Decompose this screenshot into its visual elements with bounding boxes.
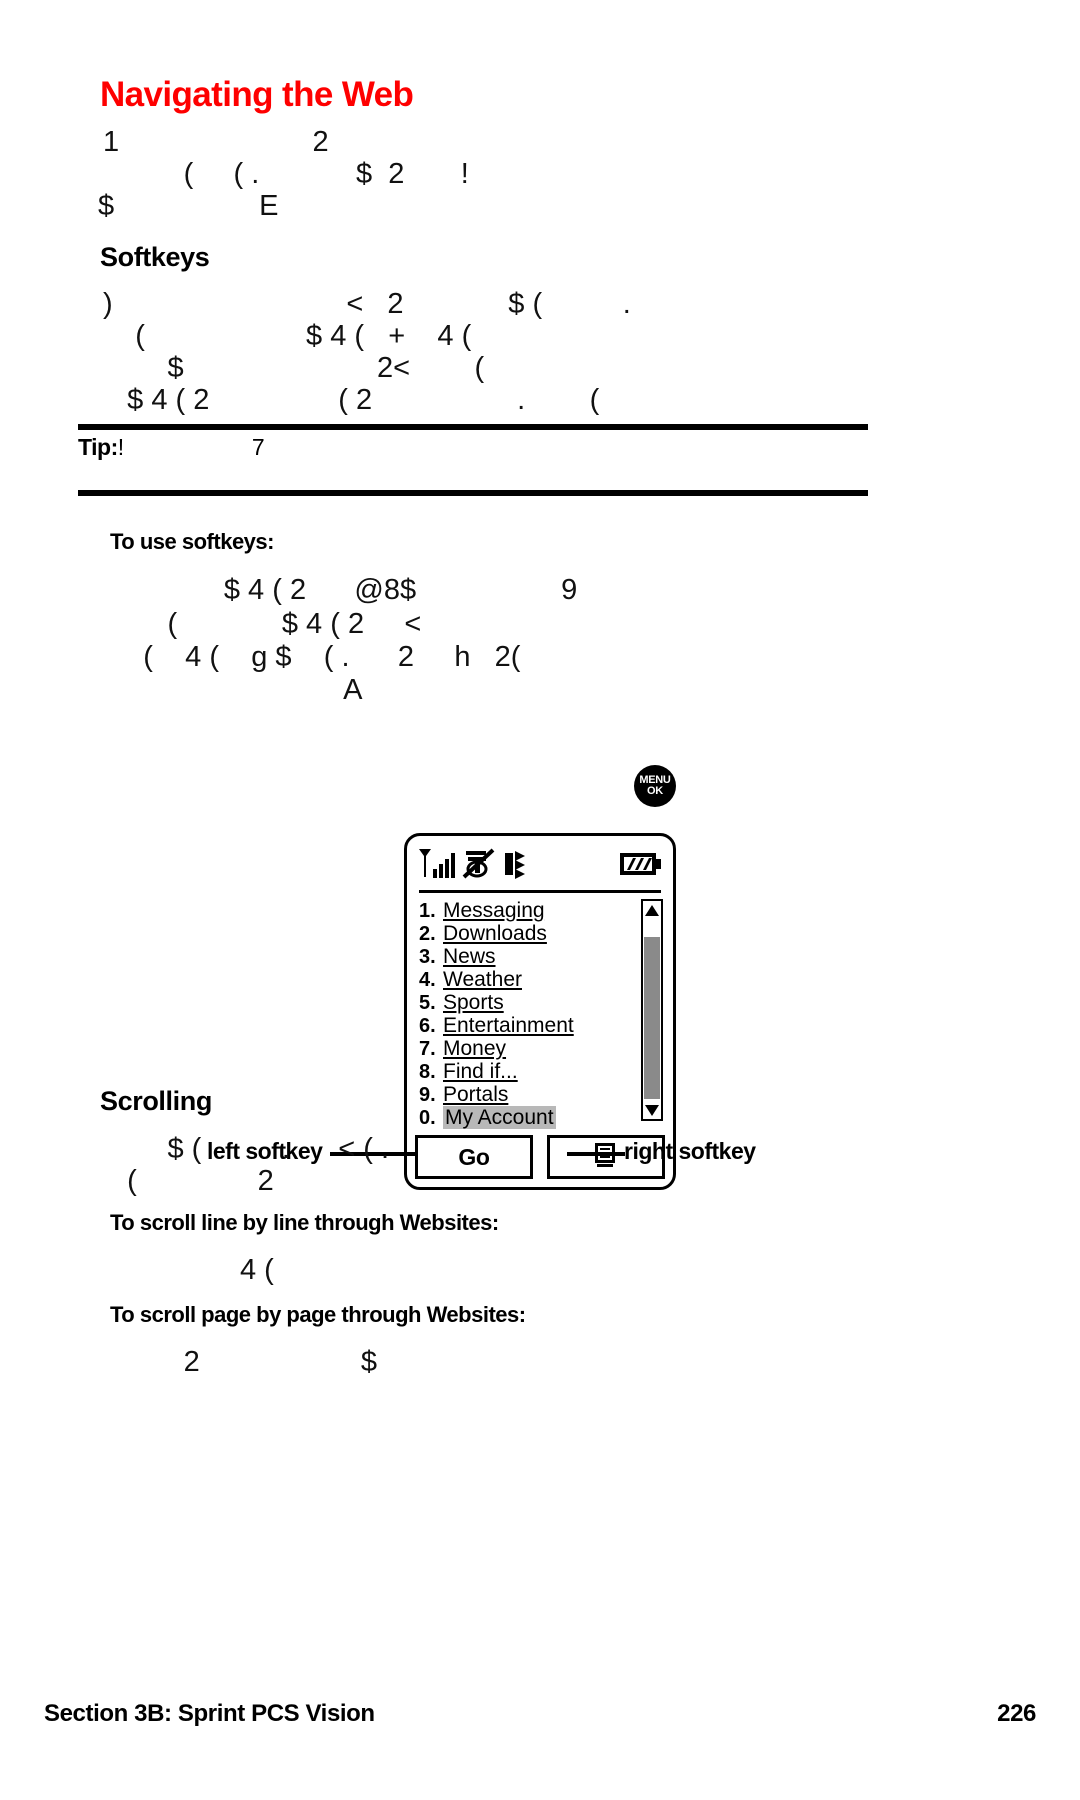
menu-item-number: 9. bbox=[419, 1084, 436, 1106]
menu-item[interactable]: 6. Entertainment bbox=[419, 1015, 629, 1038]
menu-ok-key-line2: OK bbox=[647, 785, 663, 797]
phone-menu-list[interactable]: 1. Messaging 2. Downloads 3. News 4. Weather… bbox=[419, 900, 629, 1130]
softkeys-line-1: ) < 2 $ ( . bbox=[103, 288, 631, 320]
intro-line-3: $ E bbox=[98, 190, 279, 222]
use-softkeys-line-4: A bbox=[103, 674, 363, 706]
softkey-gap bbox=[533, 1135, 547, 1179]
menu-item-label[interactable]: My Account bbox=[443, 1106, 556, 1129]
heading-softkeys: Softkeys bbox=[100, 242, 210, 272]
menu-item-number: 7. bbox=[419, 1038, 436, 1060]
callout-right-softkey-label: right softkey bbox=[624, 1138, 756, 1164]
tip-rule-top bbox=[78, 424, 868, 430]
menu-item-label[interactable]: Downloads bbox=[443, 922, 547, 945]
menu-item-number: 1. bbox=[419, 900, 436, 922]
menu-item-number: 4. bbox=[419, 969, 436, 991]
scroll-up-arrow-icon[interactable] bbox=[643, 901, 661, 919]
tip-label: Tip: bbox=[78, 434, 118, 460]
softkeys-line-2: ( $ 4 ( + 4 ( bbox=[103, 320, 472, 352]
footer-page-number: 226 bbox=[997, 1700, 1036, 1727]
intro-line-1: 1 2 bbox=[103, 126, 329, 158]
scrolling-line-1: $ ( . < ( . bbox=[103, 1133, 390, 1165]
phone-status-divider bbox=[419, 890, 661, 893]
menu-item[interactable]: 4. Weather bbox=[419, 969, 629, 992]
heading-scroll-page-by-page: To scroll page by page through Websites: bbox=[110, 1302, 526, 1327]
menu-item-label[interactable]: Weather bbox=[443, 968, 522, 991]
menu-item[interactable]: 2. Downloads bbox=[419, 923, 629, 946]
menu-item[interactable]: 8. Find if... bbox=[419, 1061, 629, 1084]
tip-rule-bottom bbox=[78, 490, 868, 496]
menu-item-number: 8. bbox=[419, 1061, 436, 1083]
menu-list-icon bbox=[593, 1142, 619, 1173]
menu-item-label[interactable]: Sports bbox=[443, 991, 504, 1014]
signal-bars-icon bbox=[417, 847, 459, 886]
no-service-icon bbox=[462, 847, 496, 886]
phone-illustration: 1. Messaging 2. Downloads 3. News 4. Weather… bbox=[404, 833, 676, 1190]
menu-item-number: 0. bbox=[419, 1107, 436, 1129]
menu-item-number: 2. bbox=[419, 923, 436, 945]
menu-item-label[interactable]: Money bbox=[443, 1037, 506, 1060]
status-icons-group bbox=[417, 846, 529, 886]
use-softkeys-line-1: $ 4 ( 2 @8$ 9 bbox=[103, 574, 578, 606]
vibrate-icon bbox=[499, 847, 529, 886]
battery-icon bbox=[619, 849, 663, 884]
scrollbar-thumb[interactable] bbox=[644, 937, 660, 1099]
menu-ok-key-icon: MENU OK bbox=[634, 765, 676, 807]
scroll-line-by-line-body: 4 ( bbox=[103, 1254, 274, 1286]
menu-item[interactable]: 7. Money bbox=[419, 1038, 629, 1061]
left-softkey-label: Go bbox=[458, 1143, 490, 1170]
phone-screen-body: 1. Messaging 2. Downloads 3. News 4. Weather… bbox=[419, 899, 663, 1129]
footer-section-label: Section 3B: Sprint PCS Vision bbox=[44, 1700, 375, 1727]
page-title: Navigating the Web bbox=[100, 75, 414, 114]
menu-item-number: 6. bbox=[419, 1015, 436, 1037]
menu-item-label[interactable]: Portals bbox=[443, 1083, 508, 1106]
menu-item-number: 3. bbox=[419, 946, 436, 968]
menu-item[interactable]: 5. Sports bbox=[419, 992, 629, 1015]
phone-status-bar bbox=[417, 842, 663, 890]
tip-text: ! 7 bbox=[117, 434, 265, 460]
menu-item[interactable]: 9. Portals bbox=[419, 1084, 629, 1107]
menu-item-label[interactable]: Messaging bbox=[443, 899, 545, 922]
menu-item-label[interactable]: Entertainment bbox=[443, 1014, 574, 1037]
use-softkeys-line-2: ( $ 4 ( 2 < bbox=[103, 608, 422, 640]
scrolling-line-2: ( 2 bbox=[103, 1165, 274, 1197]
tip-row: Tip:! 7 bbox=[78, 434, 265, 461]
intro-line-2: ( ( . $ 2 ! bbox=[103, 158, 469, 190]
scroll-page-by-page-body: 2 $ bbox=[103, 1346, 377, 1378]
menu-item[interactable]: 3. News bbox=[419, 946, 629, 969]
use-softkeys-line-3: ( 4 ( g $ ( . 2 h 2( bbox=[103, 641, 521, 673]
menu-item-label[interactable]: Find if... bbox=[443, 1060, 518, 1083]
softkeys-line-3: $ 2< ( bbox=[103, 352, 485, 384]
menu-item[interactable]: 1. Messaging bbox=[419, 900, 629, 923]
heading-scroll-line-by-line: To scroll line by line through Websites: bbox=[110, 1210, 499, 1235]
callout-right-leader-line bbox=[567, 1152, 625, 1156]
heading-to-use-softkeys: To use softkeys: bbox=[110, 529, 274, 554]
menu-item-selected[interactable]: 0. My Account bbox=[419, 1106, 629, 1130]
phone-scrollbar[interactable] bbox=[641, 899, 663, 1121]
left-softkey-button[interactable]: Go bbox=[415, 1135, 533, 1179]
menu-item-label[interactable]: News bbox=[443, 945, 496, 968]
document-page: Navigating the Web 1 2 ( ( . $ 2 ! $ E S… bbox=[0, 0, 1080, 1800]
menu-item-number: 5. bbox=[419, 992, 436, 1014]
softkeys-line-4: $ 4 ( 2 ( 2 . ( bbox=[103, 384, 600, 416]
heading-scrolling: Scrolling bbox=[100, 1086, 212, 1116]
scroll-down-arrow-icon[interactable] bbox=[643, 1101, 661, 1119]
